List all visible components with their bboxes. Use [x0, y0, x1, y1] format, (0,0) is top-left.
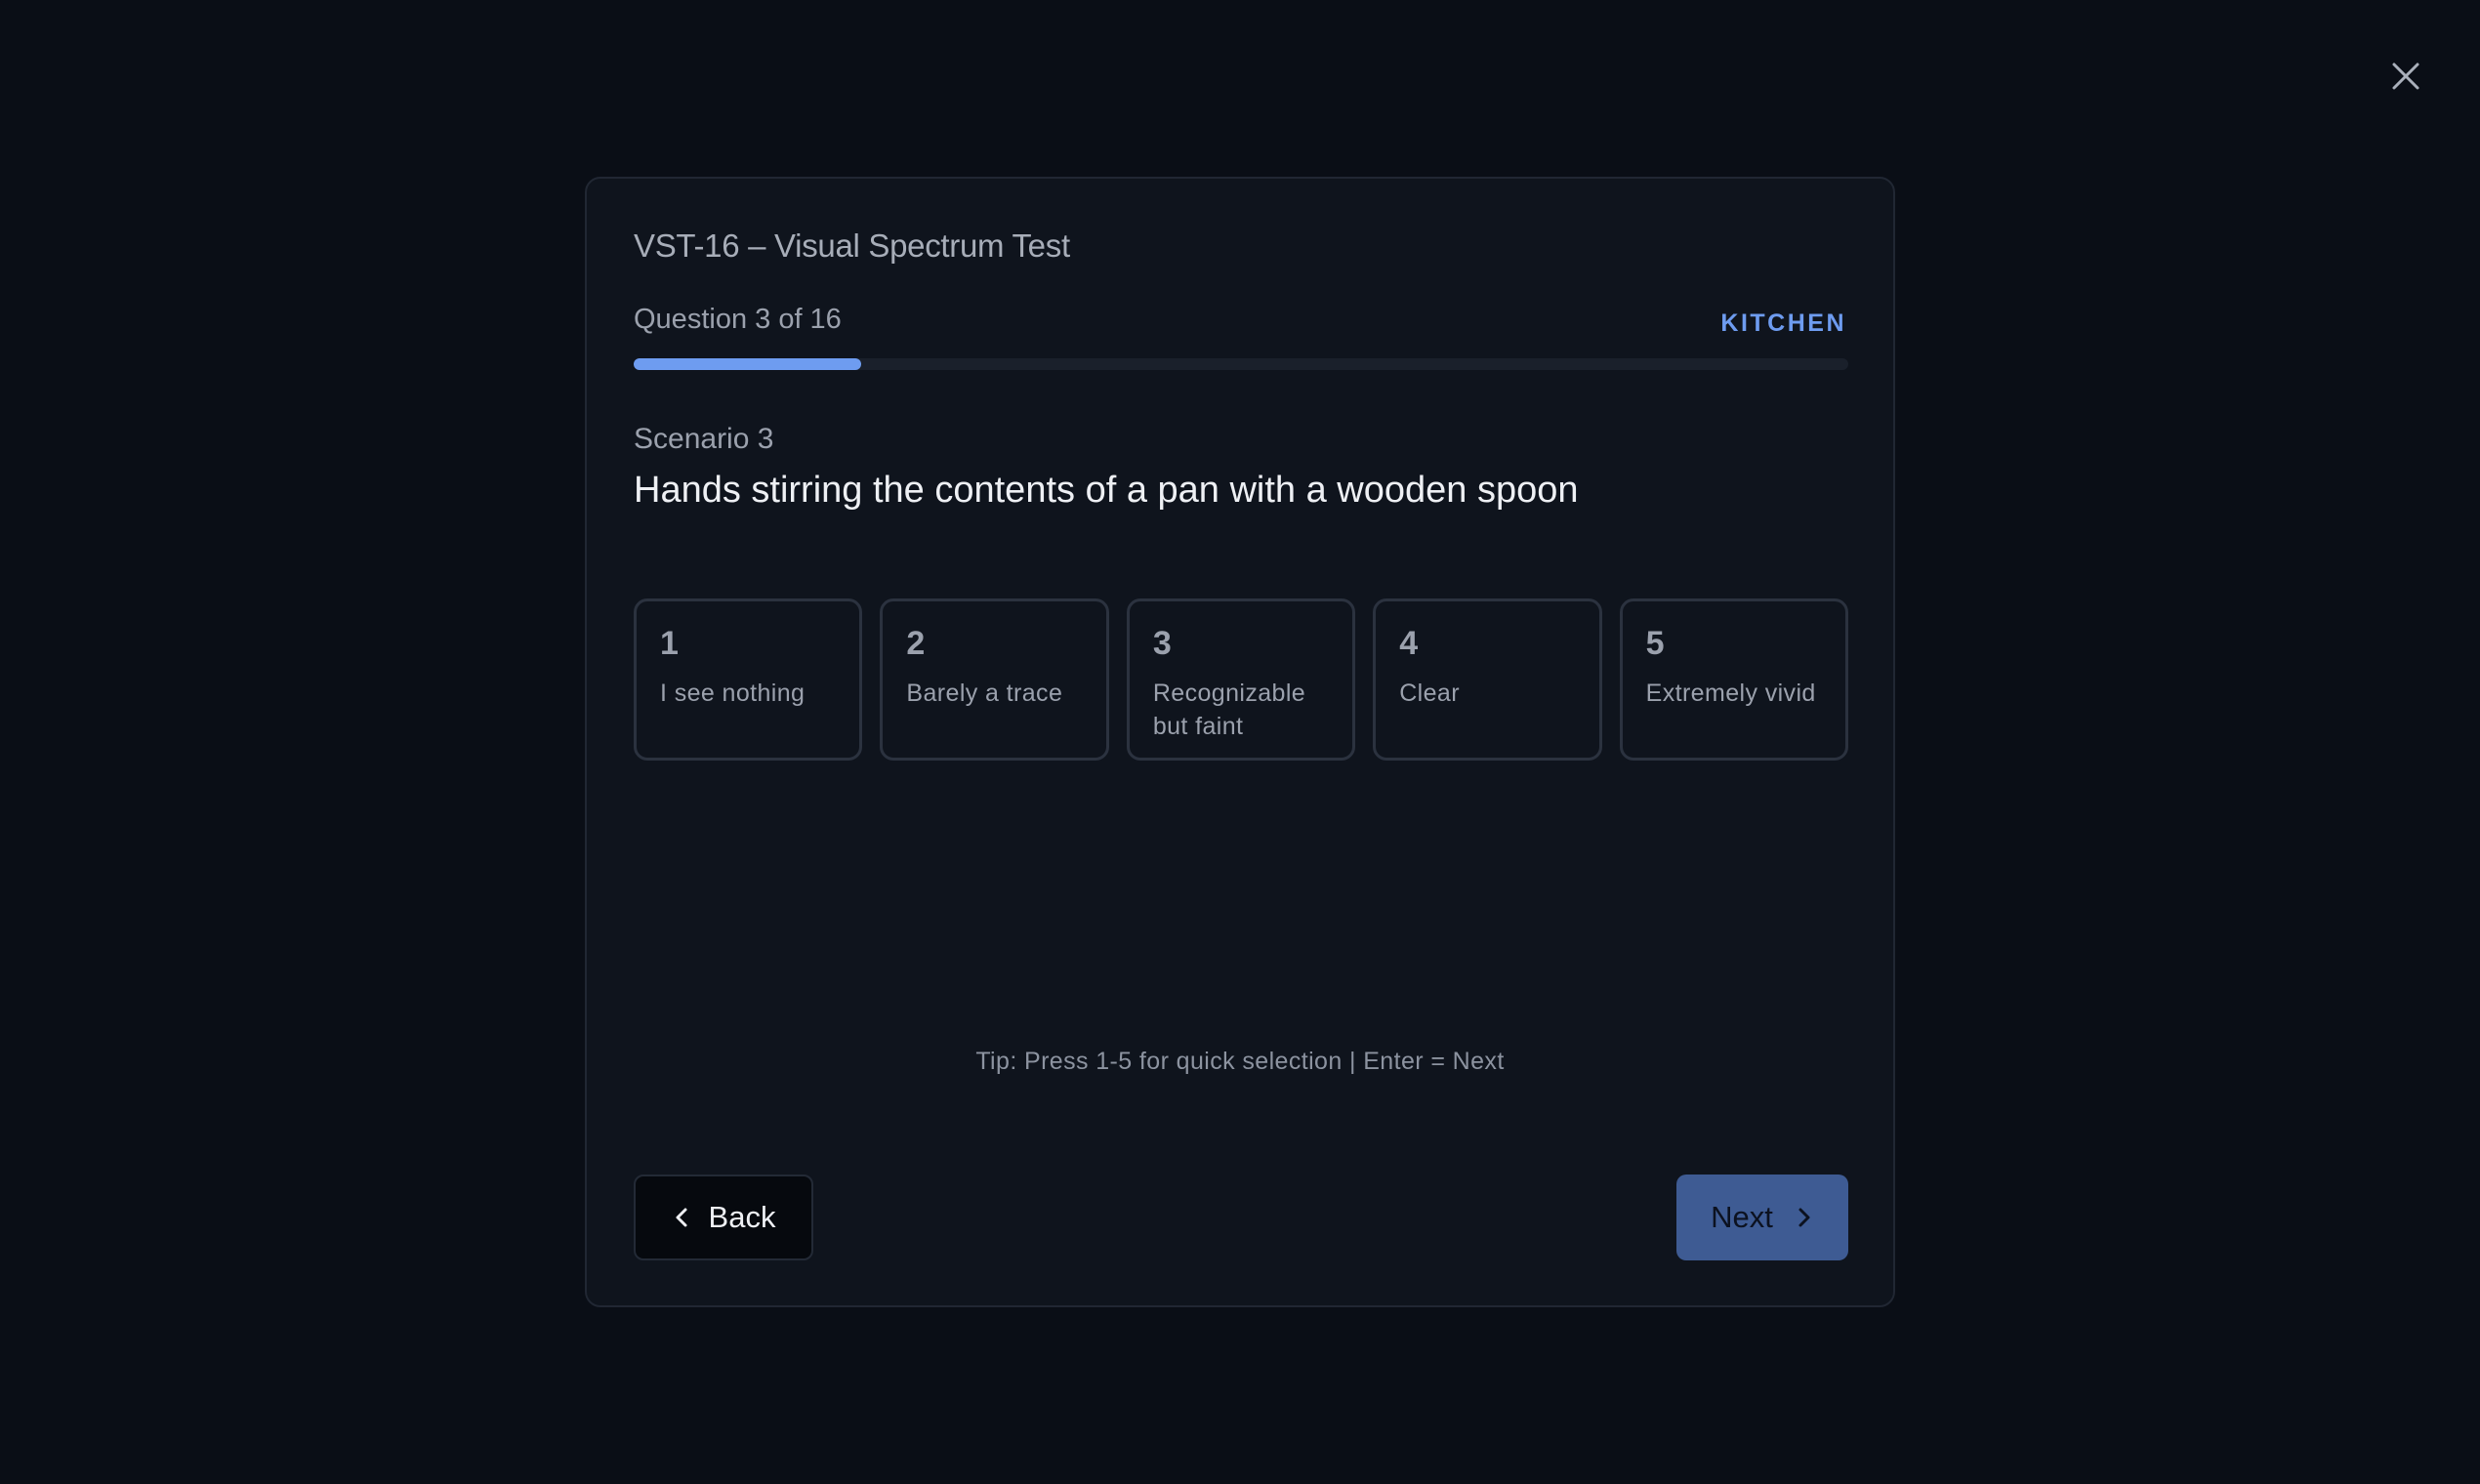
close-button[interactable]	[2378, 49, 2433, 103]
option-label: Clear	[1399, 680, 1460, 707]
progress-fill	[634, 358, 862, 370]
back-button[interactable]: Back	[634, 1175, 813, 1260]
progress-bar	[634, 358, 1848, 370]
option-label: I see nothing	[660, 680, 806, 707]
chevron-right-icon	[1795, 1206, 1814, 1229]
scenario-label: Scenario 3	[634, 423, 774, 455]
category-badge: KITCHEN	[1720, 309, 1846, 337]
option-1[interactable]: 1 I see nothing	[634, 598, 863, 761]
keyboard-tip: Tip: Press 1-5 for quick selection | Ent…	[975, 1048, 1505, 1075]
option-number: 5	[1645, 625, 1665, 662]
option-number: 1	[660, 625, 679, 662]
next-label: Next	[1711, 1200, 1773, 1234]
question-counter: Question 3 of 16	[634, 304, 842, 335]
option-label: Extremely vivid	[1645, 680, 1816, 707]
option-number: 2	[906, 625, 926, 662]
option-5[interactable]: 5 Extremely vivid	[1619, 598, 1849, 761]
next-button[interactable]: Next	[1676, 1175, 1848, 1260]
test-title: VST-16 – Visual Spectrum Test	[634, 227, 1070, 264]
back-label: Back	[708, 1200, 776, 1234]
option-number: 4	[1399, 625, 1419, 662]
option-label: Recognizable but faint	[1152, 680, 1306, 740]
scenario-text: Hands stirring the contents of a pan wit…	[634, 470, 1579, 511]
option-3[interactable]: 3 Recognizable but faint	[1126, 598, 1356, 761]
option-2[interactable]: 2 Barely a trace	[880, 598, 1109, 761]
chevron-left-icon	[672, 1206, 691, 1229]
option-4[interactable]: 4 Clear	[1373, 598, 1602, 761]
close-icon	[2391, 62, 2420, 91]
quiz-modal: VST-16 – Visual Spectrum Test Question 3…	[585, 177, 1895, 1307]
option-label: Barely a trace	[906, 680, 1063, 707]
rating-options: 1 I see nothing 2 Barely a trace 3 Recog…	[634, 598, 1849, 761]
option-number: 3	[1152, 625, 1172, 662]
